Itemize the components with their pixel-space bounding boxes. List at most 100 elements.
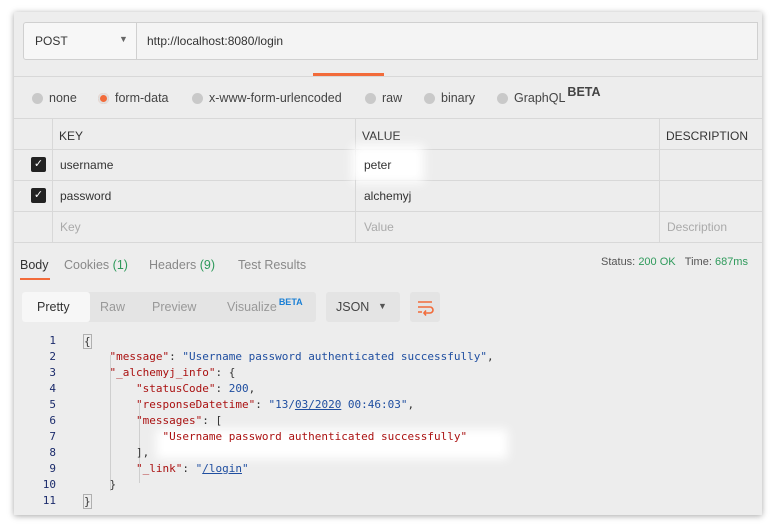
radio-icon <box>32 92 43 104</box>
tab-label: Cookies <box>64 258 110 272</box>
param-key: username <box>60 158 114 172</box>
header-key-cell: KEY <box>52 119 355 149</box>
radio-none[interactable]: none <box>32 91 77 105</box>
header-value-cell: VALUE <box>355 119 659 149</box>
pretty-label: Pretty <box>37 300 70 314</box>
param-value: alchemyj <box>364 189 412 203</box>
radio-raw[interactable]: raw <box>365 91 402 105</box>
status-label: Status: <box>601 256 636 268</box>
radio-label: x-www-form-urlencoded <box>209 91 342 105</box>
param-key: password <box>60 189 112 203</box>
tab-label: Headers <box>149 258 197 272</box>
radio-binary[interactable]: binary <box>424 91 475 105</box>
beta-badge: BETA <box>567 85 601 99</box>
code-line: } <box>83 478 117 491</box>
active-tab-underline <box>20 278 50 280</box>
code-line: } <box>83 494 92 509</box>
radio-icon <box>497 92 508 104</box>
key-cell[interactable]: username <box>52 149 355 180</box>
tab-headers[interactable]: Headers (9) <box>149 258 215 272</box>
response-status: Status: 200 OK Time: 687ms <box>601 256 748 268</box>
table-header-row: KEY VALUE DESCRIPTION <box>14 119 762 150</box>
method-select[interactable]: POST ▼ <box>23 22 137 60</box>
value-placeholder: Value <box>364 220 394 234</box>
code-line: "_link": "/login" <box>135 462 249 475</box>
value-input[interactable]: Value <box>355 211 659 242</box>
request-bar: POST ▼ http://localhost:8080/login <box>23 22 758 62</box>
chevron-down-icon: ▼ <box>119 34 128 44</box>
radio-icon <box>192 92 203 104</box>
tab-body[interactable]: Body <box>20 258 49 272</box>
tab-cookies[interactable]: Cookies (1) <box>64 258 128 272</box>
code-line: { <box>83 334 92 349</box>
form-data-table: KEY VALUE DESCRIPTION ✓ username peter ✓ <box>14 118 762 243</box>
visualize-label: Visualize <box>227 300 277 314</box>
table-row: ✓ username peter <box>14 149 762 181</box>
value-cell[interactable]: peter <box>355 149 659 180</box>
line-number: 1 <box>49 334 56 347</box>
beta-badge: BETA <box>278 297 303 307</box>
radio-icon <box>424 92 435 104</box>
format-select[interactable]: JSON ▼ <box>326 292 400 322</box>
url-text: http://localhost:8080/login <box>147 34 284 48</box>
count-badge: (1) <box>112 258 128 272</box>
code-line: "messages": [ <box>135 414 223 427</box>
row-checkbox[interactable]: ✓ <box>31 188 46 203</box>
code-line: "responseDatetime": "13/03/2020 00:46:03… <box>135 398 415 411</box>
value-cell[interactable]: alchemyj <box>355 180 659 211</box>
wrap-icon <box>418 301 434 316</box>
response-body-viewer[interactable]: 1 2 3 4 5 6 7 8 9 10 11 { "message": "Us… <box>14 331 762 515</box>
row-checkbox[interactable]: ✓ <box>31 157 46 172</box>
key-input[interactable]: Key <box>52 211 355 242</box>
radio-icon <box>365 92 376 104</box>
radio-label: GraphQL <box>514 91 566 105</box>
radio-label: form-data <box>115 91 169 105</box>
line-number: 9 <box>49 462 56 475</box>
code-line: "statusCode": 200, <box>135 382 256 395</box>
radio-form-data[interactable]: form-data <box>98 91 169 105</box>
code-line: "message": "Username password authentica… <box>109 350 494 363</box>
tab-test-results[interactable]: Test Results <box>238 258 306 272</box>
postman-window: POST ▼ http://localhost:8080/login none … <box>14 12 762 515</box>
radio-label: none <box>49 91 77 105</box>
code-line: "Username password authenticated success… <box>162 430 468 443</box>
radio-x-www-form-urlencoded[interactable]: x-www-form-urlencoded <box>192 91 342 105</box>
line-number: 3 <box>49 366 56 379</box>
line-number: 8 <box>49 446 56 459</box>
key-placeholder: Key <box>60 220 81 234</box>
preview-button[interactable]: Preview <box>152 300 196 314</box>
header-description-cell: DESCRIPTION <box>659 119 762 149</box>
status-value: 200 OK <box>638 256 676 268</box>
line-number: 11 <box>42 494 56 507</box>
description-placeholder: Description <box>667 220 728 234</box>
url-input[interactable]: http://localhost:8080/login <box>137 22 758 60</box>
line-number: 7 <box>49 430 56 443</box>
line-number: 4 <box>49 382 56 395</box>
description-cell[interactable] <box>659 149 762 180</box>
key-cell[interactable]: password <box>52 180 355 211</box>
count-badge: (9) <box>199 258 216 272</box>
description-input[interactable]: Description <box>659 211 762 242</box>
wrap-lines-button[interactable] <box>410 292 440 322</box>
pretty-button[interactable]: Pretty <box>22 292 90 322</box>
divider <box>14 76 762 77</box>
param-value: peter <box>364 158 392 172</box>
chevron-down-icon: ▼ <box>378 301 387 311</box>
time-label: Time: <box>684 256 712 268</box>
header-key: KEY <box>59 129 84 143</box>
raw-button[interactable]: Raw <box>100 300 125 314</box>
code-line: "_alchemyj_info": { <box>109 366 236 379</box>
description-cell[interactable] <box>659 180 762 211</box>
table-row: ✓ password alchemyj <box>14 180 762 212</box>
code-line: ], <box>83 446 150 459</box>
line-number: 10 <box>42 478 56 491</box>
visualize-button[interactable]: Visualize BETA <box>227 297 303 314</box>
line-number: 5 <box>49 398 56 411</box>
radio-selected-icon <box>98 92 109 104</box>
header-value: VALUE <box>362 129 401 143</box>
method-label: POST <box>35 34 68 48</box>
line-number: 2 <box>49 350 56 363</box>
table-row-new: Key Value Description <box>14 211 762 243</box>
radio-graphql[interactable]: GraphQL BETA <box>497 85 601 105</box>
time-value: 687ms <box>714 256 748 268</box>
